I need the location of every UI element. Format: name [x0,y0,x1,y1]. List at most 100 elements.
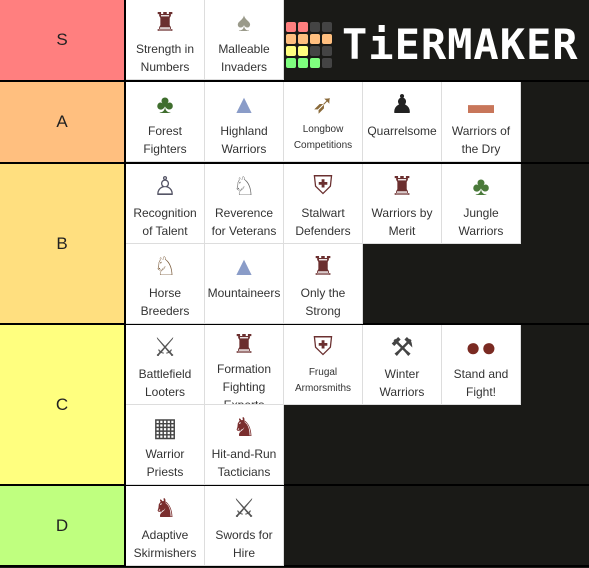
item-label: Winter Warriors [379,367,425,399]
item-label: Quarrelsome [367,124,437,138]
logo-grid-icon [286,21,332,68]
horse-icon: ♘ [153,250,177,281]
item-label: Stand and Fight! [453,367,509,399]
logo-cell [322,57,332,68]
item-label: Adaptive Skirmishers [133,528,197,560]
shield-warrior-icon: ⛨ [313,170,333,200]
logo-cell [310,45,320,56]
logo-cell [298,45,308,56]
archers-icon: ♞ [232,411,256,442]
logo-cell [298,33,308,44]
item-label: Warriors by Merit [371,206,433,238]
shield-warrior-icon: ⛨ [313,331,333,361]
tier-item[interactable]: ♜ Strength in Numbers [126,0,205,80]
logo-cell [310,57,320,68]
tier-label[interactable]: D [0,486,126,565]
tier-item[interactable]: ♣ Forest Fighters [126,82,205,162]
tier-item[interactable]: ♙ Recognition of Talent [126,164,205,244]
logo-cell [286,45,296,56]
handshake-icon: ♙ [153,170,177,201]
tier-label[interactable]: C [0,325,126,484]
item-label: Stalwart Defenders [295,206,351,238]
item-label: Hit-and-Run Tacticians [211,447,277,479]
tier-item[interactable]: ●● Stand and Fight! [442,325,521,405]
tier-label[interactable]: B [0,164,126,323]
logo-cell [310,21,320,32]
tier-item[interactable]: ⚔ Swords for Hire [205,486,284,566]
forest-icon: ♣ [156,88,174,119]
tier-label[interactable]: A [0,82,126,162]
tier-label[interactable]: S [0,0,126,80]
tier-item[interactable]: ⛨ Frugal Armorsmiths [284,325,363,405]
tier-item[interactable]: ♜ Warriors by Merit [363,164,442,244]
tier-items: ⚔ Battlefield Looters ♜ Formation Fighting … [126,325,589,485]
tier-items: ♣ Forest Fighters ▲ Highland Warriors ➶ Longb… [126,82,589,162]
tier-item[interactable]: ♘ Horse Breeders [126,244,205,324]
item-label: Formation Fighting Experts [216,362,272,405]
item-label: Jungle Warriors [458,206,504,238]
crossed-swords-icon: ⚔ [153,331,177,362]
tier-item[interactable]: ♠ Malleable Invaders [205,0,284,80]
item-label: Frugal Armorsmiths [294,367,352,394]
item-label: Recognition of Talent [133,206,197,238]
tier-item[interactable]: ♣ Jungle Warriors [442,164,521,244]
tier-item[interactable]: ⛨ Stalwart Defenders [284,164,363,244]
tier-row-d: D ♞ Adaptive Skirmishers ⚔ Swords for Hire [0,486,589,567]
birds-icon: ♠ [237,6,251,37]
logo-cell [286,57,296,68]
tier-item[interactable]: ♞ Adaptive Skirmishers [126,486,205,566]
tier-item[interactable]: ♞ Hit-and-Run Tacticians [205,405,284,485]
tier-item[interactable]: ▲ Mountaineers [205,244,284,324]
item-label: Mountaineers [207,286,281,300]
crossed-swords-icon: ⚔ [232,492,256,523]
tier-item[interactable]: ♘ Reverence for Veterans [205,164,284,244]
tier-board: S ♜ Strength in Numbers ♠ Malleable Invaders… [0,0,589,567]
logo-text: TiERMAKER [342,20,579,69]
tier-item[interactable]: ▦ Warrior Priests [126,405,205,485]
tier-item[interactable]: ♜ Only the Strong [284,244,363,324]
warriors-icon: ♜ [311,250,335,281]
item-label: Swords for Hire [215,528,273,560]
tier-item[interactable]: ➶ Longbow Competitions [284,82,363,162]
tier-item[interactable]: ♟ Quarrelsome [363,82,442,162]
bow-icon: ➶ [312,88,334,119]
tier-items: ♙ Recognition of Talent ♘ Reverence for Vet… [126,164,589,324]
item-label: Highland Warriors [220,124,268,156]
cavalry-icon: ♘ [232,170,256,201]
desert-icon: ▬ [468,88,494,119]
item-label: Strength in Numbers [135,42,195,74]
figure-icon: ♟ [390,88,414,119]
logo-cell [322,21,332,32]
item-label: Warrior Priests [145,447,185,479]
item-label: Reverence for Veterans [211,206,277,238]
tier-row-a: A ♣ Forest Fighters ▲ Highland Warriors ➶ Long… [0,82,589,164]
logo-cell [286,33,296,44]
tier-item[interactable]: ⚔ Battlefield Looters [126,325,205,405]
warriors-icon: ♜ [232,329,256,359]
jungle-icon: ♣ [472,170,490,201]
logo-cell [298,57,308,68]
logo-cell [298,21,308,32]
warriors-icon: ♜ [153,6,177,37]
item-label: Forest Fighters [143,124,187,156]
item-label: Longbow Competitions [293,124,353,151]
item-label: Battlefield Looters [138,367,192,399]
logo-cell [322,33,332,44]
tier-item[interactable]: ▬ Warriors of the Dry [442,82,521,162]
crossed-axes-icon: ⚒ [390,331,414,362]
tier-row-b: B ♙ Recognition of Talent ♘ Reverence for Ve… [0,164,589,325]
mountain-icon: ▲ [231,250,257,281]
tier-item[interactable]: ▲ Highland Warriors [205,82,284,162]
tier-row-c: C ⚔ Battlefield Looters ♜ Formation Fighting… [0,325,589,486]
shields-icon: ●● [465,331,497,362]
logo-cell [286,21,296,32]
tier-item[interactable]: ♜ Formation Fighting Experts [205,325,284,405]
item-label: Warriors of the Dry [451,124,511,156]
logo-cell [322,45,332,56]
tiermaker-logo: TiERMAKER [286,20,579,69]
temple-icon: ▦ [152,411,178,442]
item-label: Only the Strong [300,286,346,318]
tier-item[interactable]: ⚒ Winter Warriors [363,325,442,405]
logo-cell [310,33,320,44]
warriors-icon: ♜ [390,170,414,201]
